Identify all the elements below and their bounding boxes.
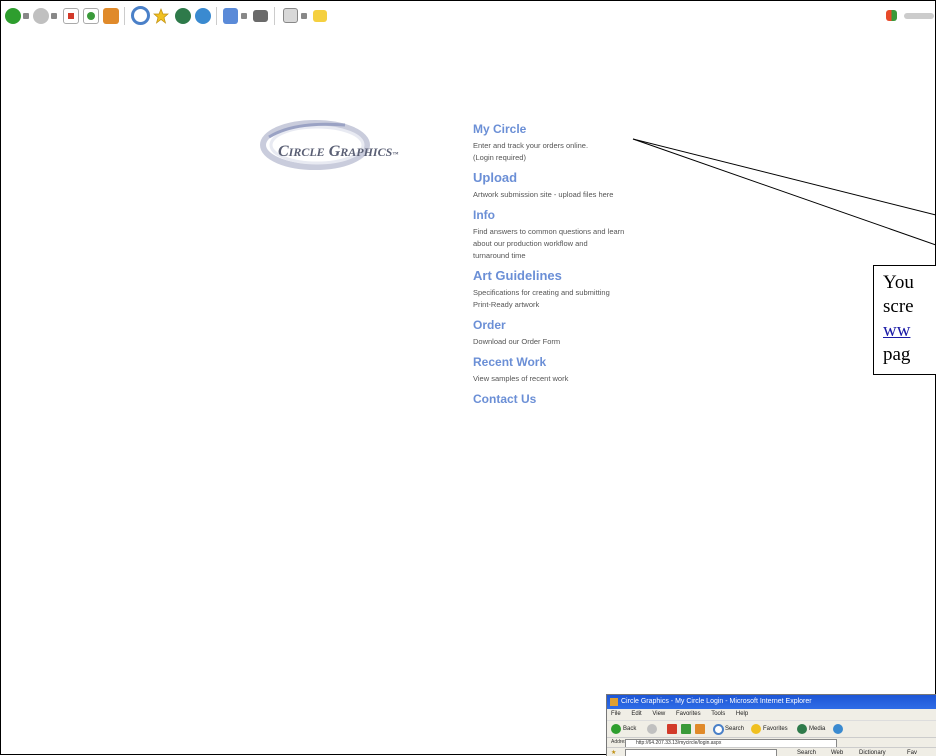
callout-line: You [883, 272, 914, 293]
embedded-window-title: Circle Graphics - My Circle Login - Micr… [621, 698, 812, 705]
callout-link[interactable]: ww [883, 320, 910, 341]
embedded-media-icon [797, 724, 807, 734]
embedded-address-bar: Address http://64.207.33.13/mycircle/log… [607, 737, 936, 748]
embedded-stop-icon [667, 724, 677, 734]
embedded-menu-view: View [652, 711, 666, 717]
embedded-forward-icon [647, 724, 657, 734]
embedded-search-icon [713, 724, 724, 735]
embedded-refresh-icon [681, 724, 691, 734]
embedded-history-icon [833, 724, 843, 734]
embedded-search-label: Search [725, 726, 745, 732]
ie-icon [610, 698, 618, 706]
embedded-menu-edit: Edit [631, 711, 642, 717]
embedded-browser-screenshot: Circle Graphics - My Circle Login - Micr… [606, 694, 936, 756]
embedded-favorites-icon [751, 724, 761, 734]
embedded-back-label: Back [623, 726, 637, 732]
embedded-back-icon [611, 724, 621, 734]
callout-pointer [632, 138, 936, 246]
embedded-favorites-label: Favorites [763, 726, 788, 732]
embedded-menu-favorites: Favorites [675, 711, 701, 717]
embedded-title-bar: Circle Graphics - My Circle Login - Micr… [607, 695, 936, 709]
callout-line: scre [883, 296, 914, 317]
embedded-home-icon [695, 724, 705, 734]
embedded-menu-bar: File Edit View Favorites Tools Help [607, 709, 936, 720]
callout-line: pag [883, 344, 911, 365]
embedded-toolbar: Back Search Favorites Media [607, 720, 936, 737]
embedded-media-label: Media [809, 726, 826, 732]
callout-box: You scre ww pag [873, 265, 936, 375]
embedded-menu-file: File [611, 711, 621, 717]
embedded-menu-help: Help [735, 711, 749, 717]
embedded-menu-tools: Tools [711, 711, 726, 717]
